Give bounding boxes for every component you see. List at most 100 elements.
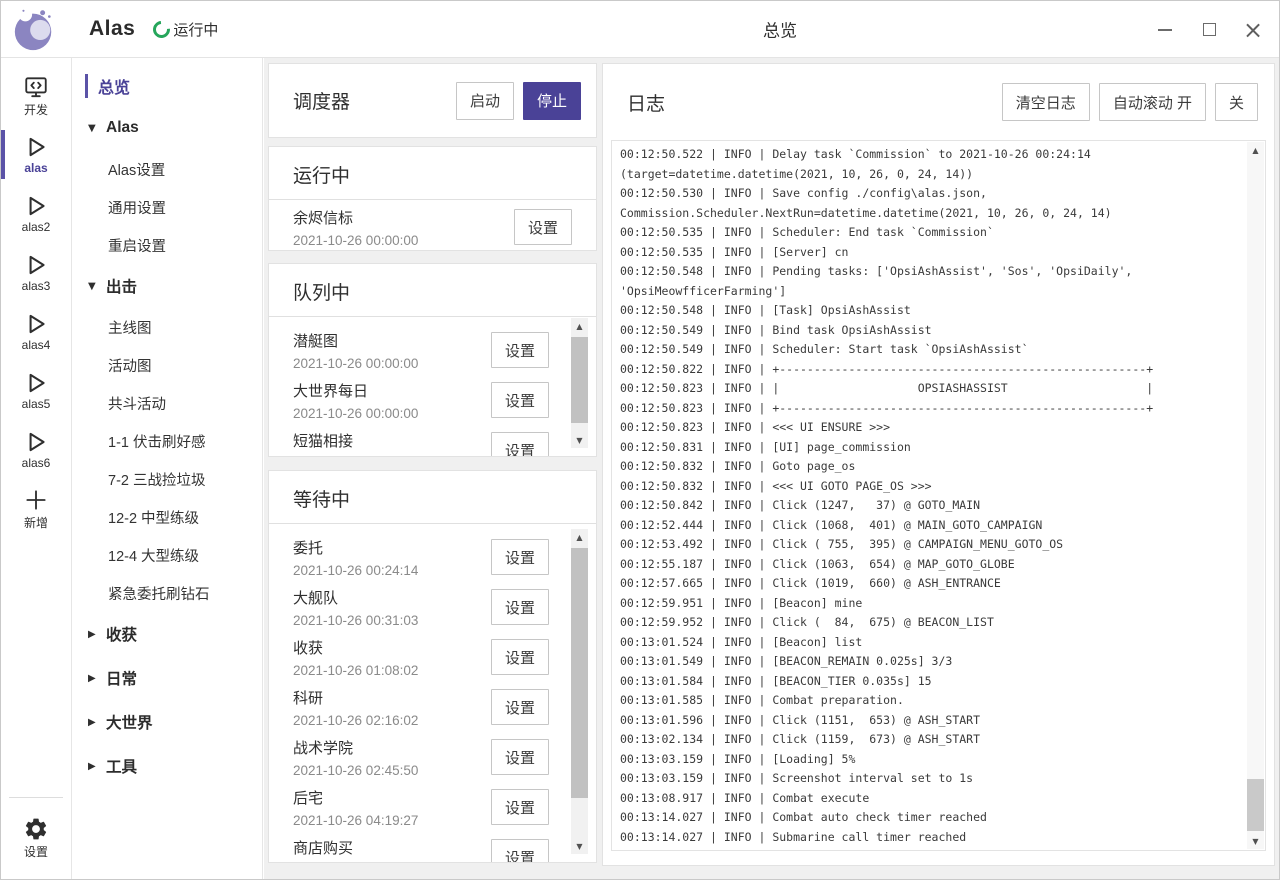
minimize-button[interactable] bbox=[1151, 10, 1179, 50]
start-button[interactable]: 启动 bbox=[456, 82, 514, 120]
sidebar-bottom: 设置 bbox=[1, 798, 71, 879]
scroll-thumb[interactable] bbox=[1247, 779, 1264, 831]
chevron-right-icon: ▶ bbox=[88, 673, 102, 684]
clear-log-button[interactable]: 清空日志 bbox=[1002, 83, 1090, 121]
task-name: 后宅 bbox=[293, 787, 418, 808]
maximize-button[interactable] bbox=[1195, 10, 1223, 50]
nav-item-alas6[interactable]: alas6 bbox=[1, 420, 71, 479]
pending-title: 队列中 bbox=[269, 264, 596, 316]
task-setting-button[interactable]: 设置 bbox=[491, 332, 549, 368]
nav-item-add[interactable]: 新增 bbox=[1, 479, 71, 538]
waiting-task-list: 委托 2021-10-26 00:24:14 设置 大舰队 2021-10-26… bbox=[269, 524, 596, 863]
menu-item[interactable]: 1-1 伏击刷好感 bbox=[72, 422, 262, 460]
nav-item-alas4[interactable]: alas4 bbox=[1, 302, 71, 361]
menu-item[interactable]: 紧急委托刷钻石 bbox=[72, 574, 262, 612]
scroll-down-icon[interactable]: ▼ bbox=[571, 838, 588, 854]
task-setting-button[interactable]: 设置 bbox=[491, 789, 549, 825]
task-name: 商店购买 bbox=[293, 837, 353, 858]
log-header: 日志 清空日志 自动滚动 开 关 bbox=[603, 64, 1274, 140]
menu-item[interactable]: 主线图 bbox=[72, 308, 262, 346]
task-setting-button[interactable]: 设置 bbox=[491, 739, 549, 775]
task-name: 科研 bbox=[293, 687, 418, 708]
task-setting-button[interactable]: 设置 bbox=[491, 589, 549, 625]
scroll-thumb[interactable] bbox=[571, 337, 588, 423]
menu-section-header[interactable]: ▶ 收获 bbox=[72, 612, 262, 656]
close-icon: × bbox=[1243, 18, 1263, 42]
task-time: 2021-10-26 00:00:00 bbox=[293, 456, 418, 457]
scheduler-card: 调度器 启动 停止 bbox=[268, 63, 597, 138]
pending-task-list: 潜艇图 2021-10-26 00:00:00 设置 大世界每日 2021-10… bbox=[269, 317, 596, 457]
scroll-up-icon[interactable]: ▲ bbox=[1247, 142, 1264, 158]
chevron-down-icon: ▼ bbox=[88, 123, 102, 134]
task-name: 潜艇图 bbox=[293, 330, 418, 351]
play-icon bbox=[23, 370, 49, 396]
autoscroll-off-button[interactable]: 关 bbox=[1215, 83, 1258, 121]
menu-sections: ▼ Alas Alas设置通用设置重启设置 ▼ 出击 主线图活动图共斗活动1-1… bbox=[72, 106, 262, 788]
task-row: 科研 2021-10-26 02:16:02 设置 bbox=[269, 680, 596, 730]
play-icon bbox=[23, 311, 49, 337]
menu-item[interactable]: 活动图 bbox=[72, 346, 262, 384]
scroll-down-icon[interactable]: ▼ bbox=[571, 432, 588, 448]
gear-icon bbox=[23, 816, 49, 842]
menu-section-header[interactable]: ▶ 大世界 bbox=[72, 700, 262, 744]
menu-section-label: 日常 bbox=[106, 667, 137, 689]
menu-section-header[interactable]: ▶ 日常 bbox=[72, 656, 262, 700]
instance-nav-list: 开发 alas alas2 alas3 alas4 alas5 alas6 新增 bbox=[1, 58, 71, 538]
scroll-up-icon[interactable]: ▲ bbox=[571, 529, 588, 545]
scroll-up-icon[interactable]: ▲ bbox=[571, 318, 588, 334]
menu-section-label: 大世界 bbox=[106, 711, 153, 733]
chevron-right-icon: ▶ bbox=[88, 717, 102, 728]
pending-scrollbar[interactable]: ▲ ▼ bbox=[571, 318, 588, 448]
menu-section-header[interactable]: ▶ 工具 bbox=[72, 744, 262, 788]
waiting-scrollbar[interactable]: ▲ ▼ bbox=[571, 529, 588, 854]
task-time: 2021-10-26 00:31:03 bbox=[293, 613, 418, 628]
chevron-right-icon: ▶ bbox=[88, 629, 102, 640]
nav-item-label: alas3 bbox=[22, 279, 51, 293]
running-spinner-icon bbox=[150, 17, 174, 41]
menu-item[interactable]: Alas设置 bbox=[72, 150, 262, 188]
log-box: 00:12:50.522 | INFO | Delay task `Commis… bbox=[611, 140, 1266, 851]
task-time: 2021-10-26 00:00:00 bbox=[293, 406, 418, 421]
task-name: 短猫相接 bbox=[293, 430, 418, 451]
nav-item-alas2[interactable]: alas2 bbox=[1, 184, 71, 243]
nav-item-dev[interactable]: 开发 bbox=[1, 66, 71, 125]
task-setting-button[interactable]: 设置 bbox=[491, 689, 549, 725]
scroll-thumb[interactable] bbox=[571, 548, 588, 798]
task-setting-button[interactable]: 设置 bbox=[491, 382, 549, 418]
scheduler-buttons: 启动 停止 bbox=[456, 82, 581, 120]
task-name: 余烬信标 bbox=[293, 207, 418, 228]
nav-item-alas3[interactable]: alas3 bbox=[1, 243, 71, 302]
menu-item[interactable]: 12-4 大型练级 bbox=[72, 536, 262, 574]
log-scrollbar[interactable]: ▲ ▼ bbox=[1247, 142, 1264, 849]
task-setting-button[interactable]: 设置 bbox=[514, 209, 572, 245]
nav-item-settings[interactable]: 设置 bbox=[1, 808, 71, 867]
nav-item-alas5[interactable]: alas5 bbox=[1, 361, 71, 420]
app-logo-icon bbox=[11, 6, 57, 52]
menu-section-label: 出击 bbox=[106, 275, 137, 297]
chevron-right-icon: ▶ bbox=[88, 761, 102, 772]
titlebar: Alas 运行中 总览 × bbox=[1, 1, 1279, 58]
task-setting-button[interactable]: 设置 bbox=[491, 539, 549, 575]
task-setting-button[interactable]: 设置 bbox=[491, 639, 549, 675]
menu-item[interactable]: 通用设置 bbox=[72, 188, 262, 226]
menu-item[interactable]: 7-2 三战捡垃圾 bbox=[72, 460, 262, 498]
menu-item[interactable]: 重启设置 bbox=[72, 226, 262, 264]
task-setting-button[interactable]: 设置 bbox=[491, 839, 549, 863]
menu-item-overview[interactable]: 总览 bbox=[72, 66, 262, 106]
log-card: 日志 清空日志 自动滚动 开 关 00:12:50.522 | INFO | D… bbox=[602, 63, 1275, 866]
menu-section-header[interactable]: ▼ Alas bbox=[72, 106, 262, 150]
stop-button[interactable]: 停止 bbox=[523, 82, 581, 120]
task-row: 战术学院 2021-10-26 02:45:50 设置 bbox=[269, 730, 596, 780]
instance-sidebar: 开发 alas alas2 alas3 alas4 alas5 alas6 新增… bbox=[1, 58, 72, 879]
close-button[interactable]: × bbox=[1239, 10, 1267, 50]
menu-item[interactable]: 共斗活动 bbox=[72, 384, 262, 422]
nav-item-alas[interactable]: alas bbox=[1, 125, 71, 184]
menu-section-header[interactable]: ▼ 出击 bbox=[72, 264, 262, 308]
menu-item[interactable]: 12-2 中型练级 bbox=[72, 498, 262, 536]
sidebar-spacer bbox=[1, 538, 71, 797]
autoscroll-on-button[interactable]: 自动滚动 开 bbox=[1099, 83, 1206, 121]
scroll-down-icon[interactable]: ▼ bbox=[1247, 833, 1264, 849]
scheduler-column: 调度器 启动 停止 运行中 余烬信标 2021-10-26 00:00:00 设… bbox=[268, 63, 597, 863]
play-icon bbox=[23, 134, 49, 160]
task-setting-button[interactable]: 设置 bbox=[491, 432, 549, 457]
